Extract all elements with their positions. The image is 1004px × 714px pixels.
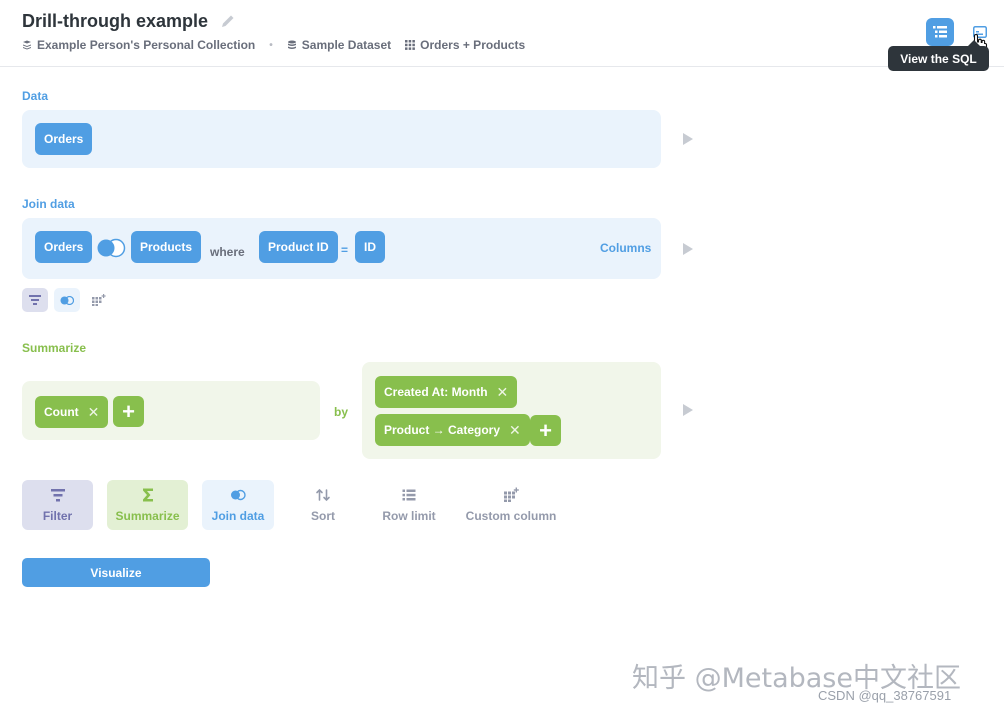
breadcrumb-collection-label: Example Person's Personal Collection bbox=[37, 38, 256, 52]
join-action-label: Join data bbox=[211, 509, 265, 523]
query-header: Drill-through example Example Person's P… bbox=[0, 0, 1004, 67]
filter-action-button[interactable]: Filter bbox=[22, 480, 93, 530]
row-limit-action-button[interactable]: Row limit bbox=[374, 480, 444, 530]
sigma-icon bbox=[142, 488, 153, 502]
breakout-pill-category[interactable]: Product → Category ✕ bbox=[375, 414, 530, 446]
data-step-label: Data bbox=[22, 89, 49, 103]
add-custom-column-mini-button[interactable] bbox=[86, 288, 112, 312]
add-column-icon bbox=[92, 294, 106, 306]
join-right-table[interactable]: Products bbox=[131, 231, 202, 263]
summarize-step-label: Summarize bbox=[22, 341, 87, 355]
filter-icon bbox=[50, 489, 65, 502]
plus-icon: + bbox=[539, 417, 552, 443]
join-operator[interactable]: = bbox=[341, 243, 348, 257]
database-icon bbox=[287, 40, 296, 49]
collection-icon bbox=[23, 40, 31, 50]
join-step-label: Join data bbox=[22, 197, 75, 211]
join-action-button[interactable]: Join data bbox=[202, 480, 274, 530]
list-icon bbox=[402, 489, 416, 501]
pencil-icon[interactable] bbox=[220, 13, 236, 29]
view-sql-tooltip: View the SQL bbox=[888, 46, 989, 71]
breadcrumb-table[interactable]: Orders + Products bbox=[405, 38, 525, 52]
question-title[interactable]: Drill-through example bbox=[22, 11, 208, 32]
notebook-toggle-button[interactable] bbox=[926, 18, 954, 46]
custom-column-action-label: Custom column bbox=[465, 509, 557, 523]
breakout-pill-label: Product → Category bbox=[384, 423, 501, 437]
breadcrumb-table-label: Orders + Products bbox=[420, 38, 526, 52]
join-icon bbox=[231, 489, 246, 501]
data-step-preview-arrow[interactable] bbox=[683, 133, 693, 145]
filter-action-label: Filter bbox=[42, 509, 73, 523]
close-icon[interactable]: ✕ bbox=[88, 404, 100, 421]
join-step-preview-arrow[interactable] bbox=[683, 243, 693, 255]
summarize-by-label: by bbox=[334, 405, 349, 419]
plus-icon: + bbox=[122, 398, 135, 424]
watermark-credit: CSDN @qq_38767591 bbox=[818, 688, 952, 703]
metric-pill-count[interactable]: Count ✕ bbox=[35, 396, 109, 428]
join-icon bbox=[60, 295, 74, 305]
add-breakout-button[interactable]: + bbox=[530, 415, 561, 446]
close-icon[interactable]: ✕ bbox=[497, 384, 509, 401]
add-metric-button[interactable]: + bbox=[113, 396, 144, 427]
join-columns-link[interactable]: Columns bbox=[600, 241, 651, 255]
filter-icon bbox=[29, 295, 41, 305]
data-source-table[interactable]: Orders bbox=[35, 123, 93, 155]
sort-action-button[interactable]: Sort bbox=[290, 480, 356, 530]
breadcrumb-collection[interactable]: Example Person's Personal Collection bbox=[22, 38, 255, 52]
data-step-panel bbox=[22, 110, 661, 168]
join-where-label: where bbox=[210, 245, 245, 259]
breadcrumb-database[interactable]: Sample Dataset bbox=[287, 38, 391, 52]
join-left-table[interactable]: Orders bbox=[35, 231, 93, 263]
metric-pill-label: Count bbox=[44, 405, 79, 419]
join-left-column[interactable]: Product ID bbox=[259, 231, 338, 263]
breakout-pill-label: Created At: Month bbox=[384, 385, 488, 399]
join-right-column[interactable]: ID bbox=[355, 231, 385, 263]
add-filter-mini-button[interactable] bbox=[22, 288, 48, 312]
notebook-icon bbox=[933, 26, 947, 38]
table-icon bbox=[405, 40, 416, 50]
add-column-icon bbox=[504, 487, 519, 502]
add-join-mini-button[interactable] bbox=[54, 288, 80, 312]
close-icon[interactable]: ✕ bbox=[509, 422, 521, 439]
summarize-action-label: Summarize bbox=[115, 509, 180, 523]
row-limit-action-label: Row limit bbox=[382, 509, 436, 523]
breakout-pill-created-at[interactable]: Created At: Month ✕ bbox=[375, 376, 518, 408]
sort-action-label: Sort bbox=[311, 509, 335, 523]
join-type-icon[interactable] bbox=[96, 238, 126, 258]
sort-icon bbox=[316, 488, 330, 502]
summarize-action-button[interactable]: Summarize bbox=[107, 480, 188, 530]
breadcrumb: Example Person's Personal Collection • S… bbox=[22, 38, 525, 52]
visualize-button[interactable]: Visualize bbox=[22, 558, 210, 587]
breadcrumb-separator: • bbox=[269, 39, 273, 51]
breadcrumb-database-label: Sample Dataset bbox=[301, 38, 392, 52]
summarize-step-preview-arrow[interactable] bbox=[683, 404, 693, 416]
custom-column-action-button[interactable]: Custom column bbox=[462, 480, 560, 530]
